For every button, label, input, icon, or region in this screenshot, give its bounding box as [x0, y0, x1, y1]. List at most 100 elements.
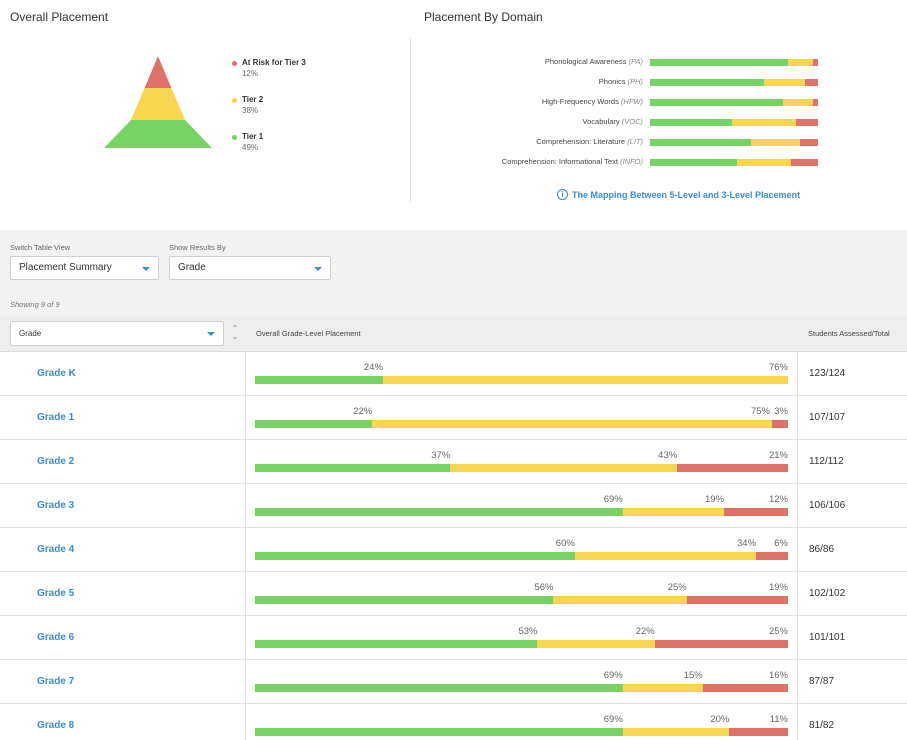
students-count: 123/124: [809, 368, 846, 379]
cell-divider: [797, 396, 798, 439]
chevron-down-icon: [314, 267, 322, 271]
pct-tier3: 21%: [768, 450, 788, 461]
placement-bar: [255, 684, 788, 692]
table-row: Grade 3 69% 19% 12% 106/106: [0, 484, 907, 528]
table-row: Grade K 24% 76% 123/124: [0, 352, 907, 396]
bar-segment-tier2: [622, 508, 725, 516]
pyramid-tier3: [144, 56, 172, 88]
table-view-label: Switch Table View: [10, 243, 71, 252]
results-by-select[interactable]: Grade: [169, 256, 331, 280]
domain-row: Comprehension: Informational Text (INFO): [430, 157, 820, 167]
domain-bar: [650, 159, 818, 166]
sort-order-icon[interactable]: ⌃ ⌄: [230, 325, 240, 343]
pct-tier2: 22%: [635, 626, 655, 637]
bar-segment-tier1: [255, 728, 623, 736]
info-icon: i: [557, 189, 568, 200]
legend-label: Tier 2: [242, 95, 264, 104]
students-count: 87/87: [809, 676, 835, 687]
cell-divider: [245, 704, 246, 740]
chevron-down-icon: [142, 267, 150, 271]
placement-pyramid: [104, 56, 212, 148]
cell-divider: [245, 616, 246, 659]
showing-count: Showing 9 of 9: [10, 300, 60, 309]
panel-divider: [410, 38, 411, 202]
chevron-down-icon: [207, 332, 215, 336]
domain-name: Comprehension: Informational Text: [501, 157, 618, 166]
cell-divider: [797, 352, 798, 395]
cell-divider: [245, 660, 246, 703]
results-by-value: Grade: [178, 262, 206, 273]
cell-divider: [245, 396, 246, 439]
pct-tier2: 20%: [710, 714, 730, 725]
results-by-label: Show Results By: [169, 243, 226, 252]
table-view-value: Placement Summary: [19, 262, 112, 273]
cell-divider: [797, 616, 798, 659]
col-students-header: Students Assessed/Total: [808, 329, 890, 338]
domain-bar: [650, 139, 818, 146]
students-count: 86/86: [809, 544, 835, 555]
table-row: Grade 5 56% 25% 19% 102/102: [0, 572, 907, 616]
bar-segment-tier2: [750, 139, 800, 146]
legend-dot: [232, 61, 237, 66]
pct-tier2: 34%: [737, 538, 757, 549]
sort-select[interactable]: Grade: [10, 321, 224, 346]
pct-tier3: 3%: [774, 406, 788, 417]
placement-bar: [255, 508, 788, 516]
bar-segment-tier3: [654, 640, 788, 648]
grade-link[interactable]: Grade 1: [37, 412, 74, 423]
pct-tier3: 25%: [768, 626, 788, 637]
bar-segment-tier1: [255, 508, 623, 516]
bar-segment-tier1: [650, 139, 751, 146]
bar-segment-tier2: [782, 99, 813, 106]
pct-tier1: 69%: [603, 714, 623, 725]
grade-link[interactable]: Grade K: [37, 368, 76, 379]
overall-placement-title: Overall Placement: [10, 10, 109, 24]
domain-label: Phonics (PH): [599, 77, 643, 87]
pct-tier1: 69%: [603, 494, 623, 505]
legend-label: Tier 1: [242, 132, 264, 141]
cell-divider: [797, 660, 798, 703]
pyramid-tier1: [104, 120, 212, 148]
sort-value: Grade: [19, 329, 42, 338]
students-count: 107/107: [809, 412, 846, 423]
grade-link[interactable]: Grade 4: [37, 544, 74, 555]
table-header: Grade ⌃ ⌄ Overall Grade-Level Placement S…: [0, 316, 907, 352]
placement-bar: [255, 376, 788, 384]
bar-segment-tier2: [372, 420, 772, 428]
domain-row: Phonological Awareness (PA): [430, 57, 820, 67]
grade-link[interactable]: Grade 7: [37, 676, 74, 687]
bar-segment-tier3: [804, 79, 818, 86]
legend-dot: [232, 98, 237, 103]
domain-name: Phonological Awareness: [544, 57, 627, 66]
domain-row: Comprehension: Literature (LIT): [430, 137, 820, 147]
placement-bar: [255, 596, 788, 604]
pct-tier2: 75%: [750, 406, 770, 417]
bar-segment-tier3: [686, 596, 788, 604]
legend-label: At Risk for Tier 3: [242, 58, 306, 67]
cell-divider: [797, 440, 798, 483]
bar-segment-tier3: [772, 420, 788, 428]
grade-link[interactable]: Grade 5: [37, 588, 74, 599]
grade-link[interactable]: Grade 8: [37, 720, 74, 731]
domain-abbr: (VOC): [621, 117, 643, 126]
bar-segment-tier3: [702, 684, 788, 692]
students-count: 81/82: [809, 720, 835, 731]
grade-link[interactable]: Grade 2: [37, 456, 74, 467]
bar-segment-tier1: [650, 99, 783, 106]
grade-link[interactable]: Grade 3: [37, 500, 74, 511]
placement-bar: [255, 464, 788, 472]
cell-divider: [797, 704, 798, 740]
placement-bar: [255, 640, 788, 648]
mapping-link[interactable]: i The Mapping Between 5-Level and 3-Leve…: [557, 189, 800, 200]
domain-label: Comprehension: Literature (LIT): [536, 137, 643, 147]
pct-tier2: 19%: [705, 494, 725, 505]
summary-panel: Overall Placement Placement By Domain At…: [0, 0, 907, 230]
table-view-select[interactable]: Placement Summary: [10, 256, 159, 280]
pct-tier2: 25%: [667, 582, 687, 593]
domain-name: Comprehension: Literature: [536, 137, 626, 146]
grade-link[interactable]: Grade 6: [37, 632, 74, 643]
placement-by-domain-title: Placement By Domain: [424, 10, 543, 24]
students-count: 102/102: [809, 588, 846, 599]
bar-segment-tier3: [677, 464, 788, 472]
legend-dot: [232, 135, 237, 140]
